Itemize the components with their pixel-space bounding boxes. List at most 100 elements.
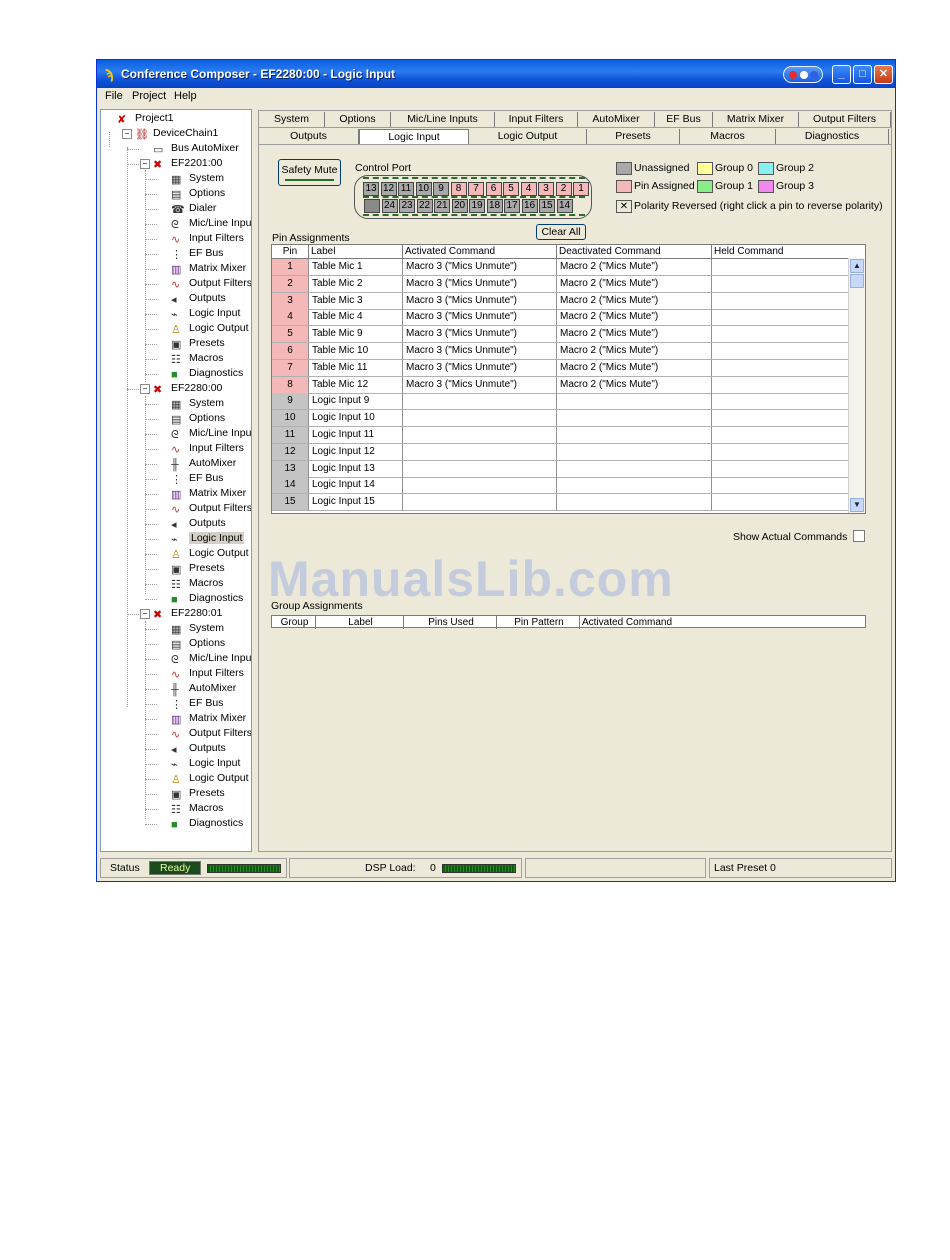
tree-item-options[interactable]: ▤ Options	[171, 186, 225, 201]
control-pin-15[interactable]: 15	[539, 199, 555, 213]
column-header-activated-command[interactable]: Activated Command	[403, 245, 557, 258]
control-pin-24[interactable]: 24	[381, 199, 398, 213]
scroll-down-icon[interactable]: ▼	[850, 498, 864, 512]
project-tree[interactable]: ✘ Project1 ⛓ DeviceChain1− ▭ Bus AutoMixer ✖ EF…	[100, 109, 252, 852]
cell-held[interactable]	[712, 477, 850, 494]
tree-item-mic-line-inputs[interactable]: ᘓ Mic/Line Inputs	[171, 426, 251, 441]
column-header-deactivated-command[interactable]: Deactivated Command	[557, 245, 712, 258]
cell-held[interactable]	[712, 259, 850, 275]
control-pin-13[interactable]: 13	[363, 182, 379, 196]
group-column-header-pin-pattern[interactable]: Pin Pattern	[497, 616, 580, 629]
tab-matrix-mixer[interactable]: Matrix Mixer	[713, 112, 799, 127]
minimize-button[interactable]: _	[832, 65, 851, 84]
cell-activated[interactable]	[403, 494, 557, 511]
tab-outputs[interactable]: Outputs	[259, 129, 359, 144]
cell-activated[interactable]: Macro 3 ("Mics Unmute")	[403, 343, 557, 359]
cell-activated[interactable]: Macro 3 ("Mics Unmute")	[403, 259, 557, 275]
tree-item-system[interactable]: ▦ System	[171, 396, 224, 411]
cell-activated[interactable]	[403, 477, 557, 494]
tab-ef-bus[interactable]: EF Bus	[655, 112, 713, 127]
tree-item-presets[interactable]: ▣ Presets	[171, 786, 225, 801]
table-row[interactable]: 14 Logic Input 14	[272, 477, 850, 495]
cell-label[interactable]: Table Mic 12	[309, 376, 403, 393]
control-pin-23[interactable]: 23	[399, 199, 415, 213]
cell-label[interactable]: Table Mic 4	[309, 309, 403, 326]
cell-activated[interactable]: Macro 3 ("Mics Unmute")	[403, 376, 557, 393]
cell-activated[interactable]: Macro 3 ("Mics Unmute")	[403, 309, 557, 326]
tab-mic-line-inputs[interactable]: Mic/Line Inputs	[391, 112, 495, 127]
control-pin-10[interactable]: 10	[415, 182, 432, 196]
cell-activated[interactable]: Macro 3 ("Mics Unmute")	[403, 326, 557, 343]
tree-item-logic-input[interactable]: ⌁ Logic Input	[171, 756, 240, 771]
tab-output-filters[interactable]: Output Filters	[799, 112, 891, 127]
tree-item-macros[interactable]: ☷ Macros	[171, 351, 223, 366]
table-row[interactable]: 8 Table Mic 12 Macro 3 ("Mics Unmute") Macr…	[272, 376, 850, 394]
tree-item-options[interactable]: ▤ Options	[171, 636, 225, 651]
control-pin-21[interactable]: 21	[434, 199, 450, 213]
tree-item-ef2280-01[interactable]: ✖ EF2280:01	[153, 606, 222, 621]
group-column-header-label[interactable]: Label	[316, 616, 404, 629]
table-row[interactable]: 7 Table Mic 11 Macro 3 ("Mics Unmute") Macr…	[272, 359, 850, 377]
title-bar[interactable]: ϡ Conference Composer - EF2280:00 - Logi…	[97, 60, 895, 88]
tab-diagnostics[interactable]: Diagnostics	[776, 129, 889, 144]
table-row[interactable]: 11 Logic Input 11	[272, 427, 850, 444]
control-pin-12[interactable]: 12	[380, 182, 397, 196]
tree-item-ef2201-00[interactable]: ✖ EF2201:00	[153, 156, 222, 171]
cell-held[interactable]	[712, 309, 850, 326]
control-pin-4[interactable]: 4	[520, 182, 537, 196]
table-row[interactable]: 6 Table Mic 10 Macro 3 ("Mics Unmute") Macr…	[272, 343, 850, 360]
table-row[interactable]: 10 Logic Input 10	[272, 410, 850, 428]
control-pin-20[interactable]: 20	[451, 199, 468, 213]
cell-held[interactable]	[712, 359, 850, 376]
group-column-header-activated-command[interactable]: Activated Command	[580, 616, 867, 629]
cell-deactivated[interactable]	[557, 494, 712, 511]
tree-item-macros[interactable]: ☷ Macros	[171, 801, 223, 816]
clear-all-button[interactable]: Clear All	[536, 224, 586, 240]
tree-item-system[interactable]: ▦ System	[171, 621, 224, 636]
group-column-header-group[interactable]: Group	[272, 616, 316, 629]
cell-label[interactable]: Logic Input 13	[309, 460, 403, 477]
cell-label[interactable]: Logic Input 12	[309, 443, 403, 460]
show-actual-commands-checkbox[interactable]	[853, 530, 865, 542]
control-pin-9[interactable]: 9	[433, 182, 449, 196]
cell-deactivated[interactable]: Macro 2 ("Mics Mute")	[557, 292, 712, 309]
cell-held[interactable]	[712, 376, 850, 393]
title-extra-icon[interactable]	[783, 66, 823, 83]
cell-activated[interactable]	[403, 460, 557, 477]
maximize-button[interactable]: □	[853, 65, 872, 84]
cell-deactivated[interactable]: Macro 2 ("Mics Mute")	[557, 275, 712, 292]
cell-deactivated[interactable]: Macro 2 ("Mics Mute")	[557, 259, 712, 275]
cell-held[interactable]	[712, 326, 850, 343]
tree-item-system[interactable]: ▦ System	[171, 171, 224, 186]
cell-deactivated[interactable]: Macro 2 ("Mics Mute")	[557, 326, 712, 343]
tree-item-matrix-mixer[interactable]: ▥ Matrix Mixer	[171, 486, 246, 501]
tree-item-logic-input[interactable]: ⌁ Logic Input	[171, 306, 240, 321]
tree-item-presets[interactable]: ▣ Presets	[171, 336, 225, 351]
tree-item-logic-output[interactable]: ♙ Logic Output	[171, 771, 249, 786]
control-pin-25[interactable]: 25	[364, 199, 380, 213]
tree-item-outputs[interactable]: ◂ Outputs	[171, 291, 226, 306]
cell-deactivated[interactable]	[557, 477, 712, 494]
tree-item-ef-bus[interactable]: ⋮ EF Bus	[171, 246, 223, 261]
cell-deactivated[interactable]	[557, 427, 712, 443]
cell-activated[interactable]: Macro 3 ("Mics Unmute")	[403, 275, 557, 292]
collapse-icon[interactable]: −	[140, 159, 150, 169]
tab-presets[interactable]: Presets	[587, 129, 680, 144]
tree-item-logic-output[interactable]: ♙ Logic Output	[171, 321, 249, 336]
cell-deactivated[interactable]	[557, 460, 712, 477]
safety-mute-button[interactable]: Safety Mute	[278, 159, 341, 186]
cell-deactivated[interactable]: Macro 2 ("Mics Mute")	[557, 343, 712, 359]
cell-held[interactable]	[712, 460, 850, 477]
tree-item-automixer[interactable]: ╫ AutoMixer	[171, 681, 236, 696]
collapse-icon[interactable]: −	[140, 609, 150, 619]
column-header-label[interactable]: Label	[309, 245, 403, 258]
tree-item-output-filters[interactable]: ∿ Output Filters	[171, 276, 251, 291]
cell-label[interactable]: Table Mic 1	[309, 259, 403, 275]
tree-item-input-filters[interactable]: ∿ Input Filters	[171, 231, 244, 246]
tree-item-project1[interactable]: ✘ Project1	[117, 111, 174, 126]
control-pin-14[interactable]: 14	[556, 199, 573, 213]
control-pin-17[interactable]: 17	[504, 199, 520, 213]
control-pin-18[interactable]: 18	[486, 199, 503, 213]
menu-help[interactable]: Help	[174, 90, 197, 102]
table-row[interactable]: 2 Table Mic 2 Macro 3 ("Mics Unmute") Macro…	[272, 275, 850, 293]
